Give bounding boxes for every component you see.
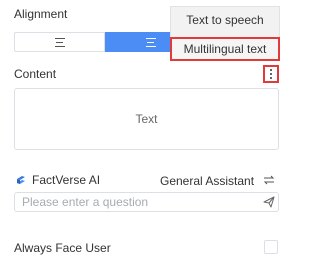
menu-item-text-to-speech[interactable]: Text to speech — [171, 8, 279, 32]
align-center-icon — [145, 37, 156, 47]
factverse-logo-icon — [17, 175, 25, 184]
more-vertical-icon — [270, 69, 272, 71]
send-icon[interactable] — [263, 196, 275, 208]
always-face-user-label: Always Face User — [14, 241, 111, 255]
always-face-user-checkbox[interactable] — [264, 240, 278, 254]
align-left-icon — [54, 37, 65, 47]
factverse-ai-label: FactVerse AI — [32, 173, 101, 187]
factverse-ai-brand: FactVerse AI — [16, 173, 100, 187]
swap-icon[interactable] — [263, 174, 275, 186]
menu-item-multilingual-text[interactable]: Multilingual text — [170, 37, 280, 61]
content-label: Content — [14, 67, 57, 81]
alignment-label: Alignment — [14, 7, 68, 21]
content-text-box[interactable]: Text — [14, 88, 279, 150]
content-text: Text — [135, 112, 158, 126]
more-options-button[interactable] — [263, 65, 279, 83]
content-type-menu: Text to speech Multilingual text — [170, 6, 280, 61]
assistant-selector[interactable]: General Assistant — [160, 174, 254, 188]
align-left-button[interactable] — [14, 32, 105, 52]
alignment-toggle-group — [14, 32, 196, 52]
question-input[interactable] — [14, 192, 279, 212]
